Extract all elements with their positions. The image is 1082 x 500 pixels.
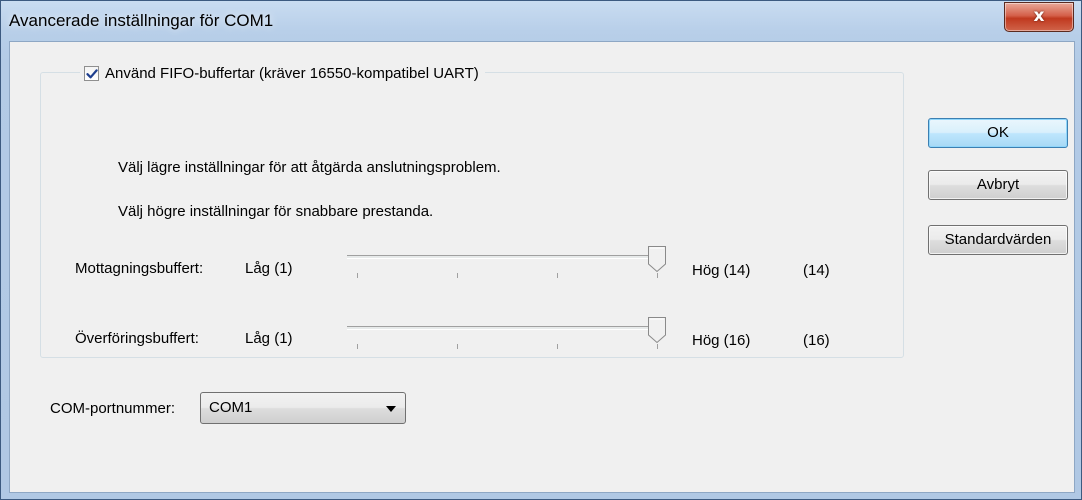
fifo-checkbox-label: Använd FIFO-buffertar (kräver 16550-komp… [105, 64, 479, 82]
receive-buffer-current-value: (14) [803, 262, 830, 279]
com-port-dropdown[interactable]: COM1 [200, 392, 406, 424]
slider-tick [357, 344, 358, 349]
ok-button[interactable]: OK [928, 118, 1068, 148]
receive-buffer-label: Mottagningsbuffert: [75, 260, 204, 277]
hint-low-text: Välj lägre inställningar för att åtgärda… [118, 159, 501, 176]
slider-tick [457, 273, 458, 278]
slider-track [347, 326, 663, 330]
close-button[interactable]: x [1004, 2, 1074, 32]
fifo-checkbox-row[interactable]: Använd FIFO-buffertar (kräver 16550-komp… [80, 60, 485, 86]
fifo-checkbox[interactable] [84, 65, 99, 81]
window-title: Avancerade inställningar för COM1 [9, 11, 274, 30]
slider-tick [657, 273, 658, 278]
restore-defaults-button[interactable]: Standardvärden [928, 225, 1068, 255]
com-port-selected-value: COM1 [209, 399, 253, 416]
chevron-down-icon [386, 406, 396, 412]
transmit-buffer-label: Överföringsbuffert: [75, 330, 199, 347]
cancel-button[interactable]: Avbryt [928, 170, 1068, 200]
transmit-buffer-min-label: Låg (1) [245, 330, 293, 347]
slider-thumb[interactable] [647, 245, 667, 273]
slider-tick [557, 273, 558, 278]
transmit-buffer-max-label: Hög (16) [692, 332, 751, 349]
receive-buffer-max-label: Hög (14) [692, 262, 751, 279]
receive-buffer-min-label: Låg (1) [245, 260, 293, 277]
title-bar[interactable]: Avancerade inställningar för COM1 x [1, 1, 1081, 41]
slider-thumb[interactable] [647, 316, 667, 344]
slider-tick [457, 344, 458, 349]
close-icon: x [1033, 6, 1045, 26]
hint-high-text: Välj högre inställningar för snabbare pr… [118, 203, 434, 220]
slider-tick [357, 273, 358, 278]
slider-tick [557, 344, 558, 349]
slider-track [347, 255, 663, 259]
transmit-buffer-current-value: (16) [803, 332, 830, 349]
slider-tick [657, 344, 658, 349]
check-icon [86, 68, 98, 78]
receive-buffer-slider[interactable] [347, 245, 667, 287]
com-port-label: COM-portnummer: [50, 400, 176, 417]
transmit-buffer-slider[interactable] [347, 316, 667, 358]
